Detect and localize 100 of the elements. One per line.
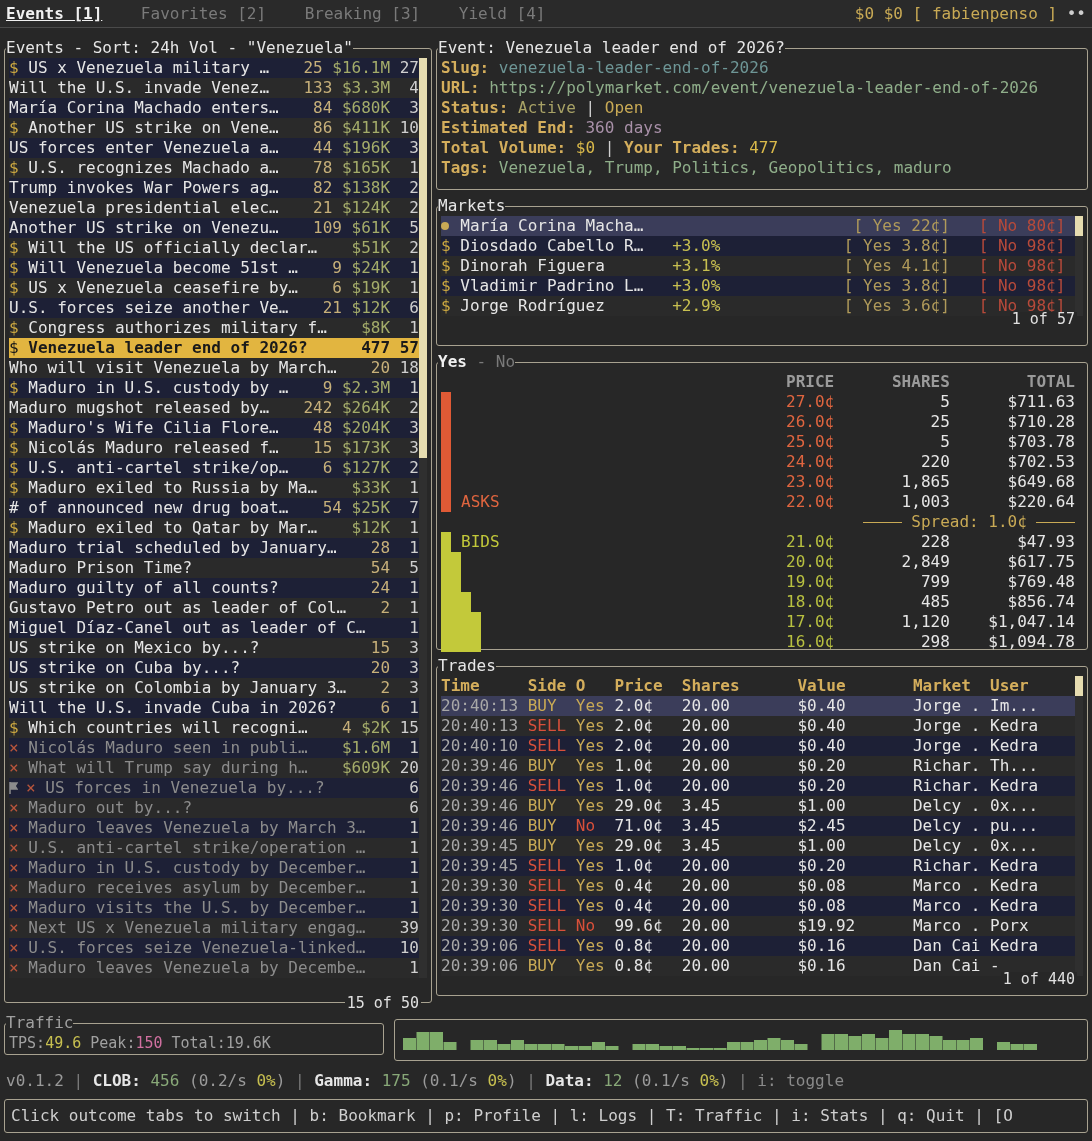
event-row[interactable]: US strike on Cuba by...? 20 3 xyxy=(9,658,419,678)
market-row[interactable]: $ Vladimir Padrino L… +3.0% [ Yes 3.8¢] [ No 98¢] xyxy=(441,276,1075,296)
event-title: U.S. forces seize Venezuela-linked… xyxy=(28,938,366,958)
bids-label: BIDS xyxy=(461,532,500,551)
scrollbar[interactable] xyxy=(1075,216,1083,316)
trade-side: BUY xyxy=(527,796,558,816)
event-row[interactable]: $ Nicolás Maduro released f… 15 $173K 3 xyxy=(9,438,419,458)
nav-tab[interactable]: Events [1] xyxy=(6,3,103,24)
event-title: Maduro leaves Venezuela by Decembe… xyxy=(28,958,366,978)
event-row[interactable]: $ Which countries will recogni… 4 $2K 15 xyxy=(9,718,419,738)
event-row[interactable]: $ Maduro exiled to Russia by Ma… $33K 1 xyxy=(9,478,419,498)
event-row[interactable]: Miguel Díaz-Canel out as leader of C… 1 xyxy=(9,618,419,638)
event-number: 1 xyxy=(408,858,419,878)
event-row[interactable]: $ Venezuela leader end of 2026? 477 57 xyxy=(9,338,419,358)
ask-price: 23.0¢ xyxy=(785,472,835,492)
yes-price-button[interactable]: [ Yes 4.1¢] xyxy=(843,256,950,276)
event-row[interactable]: $ U.S. recognizes Machado a… 78 $165K 1 xyxy=(9,158,419,178)
event-row[interactable]: US strike on Mexico by...? 15 3 xyxy=(9,638,419,658)
event-title: Maduro Prison Time? xyxy=(9,558,193,578)
ask-price: 25.0¢ xyxy=(785,432,835,452)
event-number: 1 xyxy=(408,318,419,338)
event-row[interactable]: $ Maduro's Wife Cilia Flore… 48 $204K 3 xyxy=(9,418,419,438)
outcome-tab[interactable]: Yes xyxy=(438,352,467,372)
event-row[interactable]: × US forces in Venezuela by...? 6 xyxy=(9,778,419,798)
event-row[interactable]: × Maduro leaves Venezuela by March 3… 1 xyxy=(9,818,419,838)
field-label: Tags: xyxy=(441,158,490,178)
event-row[interactable]: × Maduro visits the U.S. by December… 1 xyxy=(9,898,419,918)
event-row[interactable]: × Maduro leaves Venezuela by Decembe… 1 xyxy=(9,958,419,978)
trade-row[interactable]: 20:39:45 SELL Yes 1.0¢ 20.00 $0.20 Richar. Kedra xyxy=(441,856,1075,876)
market-row[interactable]: $ Diosdado Cabello R… +3.0% [ Yes 3.8¢] [ No 98¢] xyxy=(441,236,1075,256)
event-row[interactable]: × Next US x Venezuela military engag… 39 xyxy=(9,918,419,938)
scrollbar-thumb[interactable] xyxy=(1075,676,1083,696)
event-row[interactable]: × What will Trump say during h… $609K 20 xyxy=(9,758,419,778)
event-number: 3 xyxy=(408,678,419,698)
bid-shares: 298 xyxy=(919,632,950,652)
trade-row[interactable]: 20:39:06 SELL Yes 0.8¢ 20.00 $0.16 Dan Cai Kedra xyxy=(441,936,1075,956)
yes-price-button[interactable]: [ Yes 3.8¢] xyxy=(843,276,950,296)
event-row[interactable]: Will the U.S. invade Venez… 133 $3.3M 4 xyxy=(9,78,419,98)
trade-user: Th... xyxy=(990,756,1040,776)
trade-row[interactable]: 20:39:46 SELL Yes 1.0¢ 20.00 $0.20 Richar. Kedra xyxy=(441,776,1075,796)
event-row[interactable]: Another US strike on Venezu… 109 $61K 5 xyxy=(9,218,419,238)
trade-price: 71.0¢ xyxy=(614,816,664,836)
row-marker: $ xyxy=(9,478,19,498)
ask-price: 26.0¢ xyxy=(785,412,835,432)
event-row[interactable]: $ U.S. anti-cartel strike/op… 6 $127K 2 xyxy=(9,458,419,478)
yes-price-button[interactable]: [ Yes 22¢] xyxy=(853,216,950,236)
scrollbar-thumb[interactable] xyxy=(1075,216,1083,236)
column-header: SHARES xyxy=(891,372,950,392)
event-row[interactable]: # of announced new drug boat… 54 $25K 7 xyxy=(9,498,419,518)
event-row[interactable]: Will the U.S. invade Cuba in 2026? 6 1 xyxy=(9,698,419,718)
event-row[interactable]: Maduro mugshot released by… 242 $264K 2 xyxy=(9,398,419,418)
trade-row[interactable]: 20:40:13 BUY Yes 2.0¢ 20.00 $0.40 Jorge . Im... xyxy=(441,696,1075,716)
trade-price: 0.8¢ xyxy=(614,956,654,976)
event-row[interactable]: × U.S. forces seize Venezuela-linked… 10 xyxy=(9,938,419,958)
trade-market: Jorge . xyxy=(913,696,982,716)
event-row[interactable]: $ Another US strike on Vene… 86 $411K 10 xyxy=(9,118,419,138)
ask-price: 22.0¢ xyxy=(785,492,835,512)
stat-value: 49.6 xyxy=(45,1033,82,1053)
trade-row[interactable]: 20:39:30 SELL Yes 0.4¢ 20.00 $0.08 Marco . Kedra xyxy=(441,896,1075,916)
event-row[interactable]: US forces enter Venezuela a… 44 $196K 3 xyxy=(9,138,419,158)
event-number: 1 xyxy=(408,518,419,538)
event-row[interactable]: $ Maduro in U.S. custody by … 9 $2.3M 1 xyxy=(9,378,419,398)
scrollbar[interactable] xyxy=(1075,676,1083,976)
event-row[interactable]: × Maduro receives asylum by December… 1 xyxy=(9,878,419,898)
event-row[interactable]: × U.S. anti-cartel strike/operation … 1 xyxy=(9,838,419,858)
trade-row[interactable]: 20:40:10 SELL Yes 2.0¢ 20.00 $0.40 Jorge . Kedra xyxy=(441,736,1075,756)
stat-label: Data: xyxy=(545,1071,594,1091)
event-row[interactable]: $ Will Venezuela become 51st … 9 $24K 1 xyxy=(9,258,419,278)
yes-price-button[interactable]: [ Yes 3.8¢] xyxy=(843,236,950,256)
trade-value: $0.16 xyxy=(797,956,847,976)
field-value: Venezuela, Trump, Politics, Geopolitics, maduro xyxy=(498,158,952,178)
trade-side: SELL xyxy=(527,916,568,936)
event-row[interactable]: U.S. forces seize another Ve… 21 $12K 6 xyxy=(9,298,419,318)
event-row[interactable]: Venezuela presidential elec… 21 $124K 2 xyxy=(9,198,419,218)
scrollbar-thumb[interactable] xyxy=(419,58,427,458)
event-row[interactable]: Who will visit Venezuela by March… 20 18 xyxy=(9,358,419,378)
event-row[interactable]: $ Will the US officially declar… $51K 2 xyxy=(9,238,419,258)
trade-row[interactable]: 20:39:46 BUY No 71.0¢ 3.45 $2.45 Delcy . pu... xyxy=(441,816,1075,836)
overflow-dots[interactable]: •• xyxy=(1066,3,1086,24)
trade-outcome: Yes xyxy=(575,896,606,916)
event-row[interactable]: Trump invokes War Powers ag… 82 $138K 2 xyxy=(9,178,419,198)
event-row[interactable]: $ US x Venezuela ceasefire by… 6 $19K 1 xyxy=(9,278,419,298)
event-row[interactable]: $ Maduro exiled to Qatar by Mar… $12K 1 xyxy=(9,518,419,538)
event-row[interactable]: María Corina Machado enters… 84 $680K 3 xyxy=(9,98,419,118)
event-row[interactable]: Maduro trial scheduled by January… 28 1 xyxy=(9,538,419,558)
ask-total: $710.28 xyxy=(1006,412,1075,432)
event-number: 1 xyxy=(408,698,419,718)
username[interactable]: [ fabienpenso ] xyxy=(912,3,1058,24)
scrollbar[interactable] xyxy=(419,58,427,978)
market-row[interactable]: María Corina Macha… [ Yes 22¢] [ No 80¢] xyxy=(441,216,1075,236)
yes-price-button[interactable]: [ Yes 3.6¢] xyxy=(843,296,950,316)
event-row[interactable]: Maduro guilty of all counts? 24 1 xyxy=(9,578,419,598)
event-row[interactable]: US strike on Colombia by January 3… 2 3 xyxy=(9,678,419,698)
event-row[interactable]: × Maduro out by...? 6 xyxy=(9,798,419,818)
event-row[interactable]: × Nicolás Maduro seen in publi… $1.6M 1 xyxy=(9,738,419,758)
event-row[interactable]: × Maduro in U.S. custody by December… 1 xyxy=(9,858,419,878)
event-row[interactable]: $ Congress authorizes military f… $8K 1 xyxy=(9,318,419,338)
event-row[interactable]: $ US x Venezuela military … 25 $16.1M 27 xyxy=(9,58,419,78)
tab-separator: - xyxy=(476,352,487,372)
event-title: Nicolás Maduro released f… xyxy=(28,438,279,458)
